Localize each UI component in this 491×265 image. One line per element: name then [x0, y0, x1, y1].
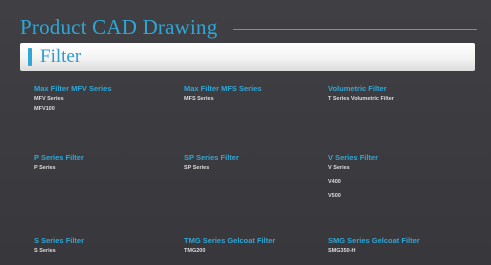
- page: Product CAD Drawing Filter Max Filter MF…: [0, 0, 491, 265]
- filter-section-title: Filter: [40, 46, 82, 67]
- page-header: Product CAD Drawing: [20, 12, 477, 42]
- page-title: Product CAD Drawing: [20, 14, 218, 39]
- product-link-tmg-series[interactable]: TMG Series Gelcoat Filter: [184, 236, 324, 246]
- product-link-p-series[interactable]: P Series Filter: [34, 153, 174, 163]
- product-link-sp-series[interactable]: SP Series Filter: [184, 153, 324, 163]
- product-link-volumetric[interactable]: Volumetric Filter: [328, 84, 468, 94]
- product-link-v-series[interactable]: V Series Filter: [328, 153, 468, 163]
- product-item-smg-series: SMG Series Gelcoat Filter SMG350-H: [328, 236, 468, 256]
- product-sublink-v500[interactable]: V500: [328, 192, 468, 201]
- product-item-sp-series: SP Series Filter SP Series: [184, 153, 324, 173]
- product-item-s-series: S Series Filter S Series: [34, 236, 174, 256]
- product-sublink-v-series[interactable]: V Series: [328, 164, 468, 173]
- product-item-mfs: Max Filter MFS Series MFS Series: [184, 84, 324, 104]
- product-link-smg-series[interactable]: SMG Series Gelcoat Filter: [328, 236, 468, 246]
- product-item-mfv: Max Filter MFV Series MFV Series MFV100: [34, 84, 174, 114]
- product-sublink-mfv100[interactable]: MFV100: [34, 105, 174, 114]
- product-sublink-smg350-h[interactable]: SMG350-H: [328, 247, 468, 256]
- product-sublink-mfs-series[interactable]: MFS Series: [184, 95, 324, 104]
- product-item-tmg-series: TMG Series Gelcoat Filter TMG200: [184, 236, 324, 256]
- product-sublink-v400[interactable]: V400: [328, 178, 468, 187]
- product-link-s-series[interactable]: S Series Filter: [34, 236, 174, 246]
- product-sublink-mfv-series[interactable]: MFV Series: [34, 95, 174, 104]
- product-sublink-sp-series[interactable]: SP Series: [184, 164, 324, 173]
- product-item-p-series: P Series Filter P Series: [34, 153, 174, 173]
- product-link-mfs[interactable]: Max Filter MFS Series: [184, 84, 324, 94]
- product-sublink-tmg200[interactable]: TMG200: [184, 247, 324, 256]
- product-sublink-p-series[interactable]: P Series: [34, 164, 174, 173]
- product-sublink-s-series[interactable]: S Series: [34, 247, 174, 256]
- filter-section-header: Filter: [20, 43, 475, 71]
- product-item-v-series: V Series Filter V Series V400 V500: [328, 153, 468, 201]
- product-item-volumetric: Volumetric Filter T Series Volumetric Fi…: [328, 84, 468, 104]
- product-sublink-t-series[interactable]: T Series Volumetric Filter: [328, 95, 468, 104]
- section-accent-bar: [28, 48, 32, 66]
- header-divider: [233, 28, 477, 30]
- product-link-mfv[interactable]: Max Filter MFV Series: [34, 84, 174, 94]
